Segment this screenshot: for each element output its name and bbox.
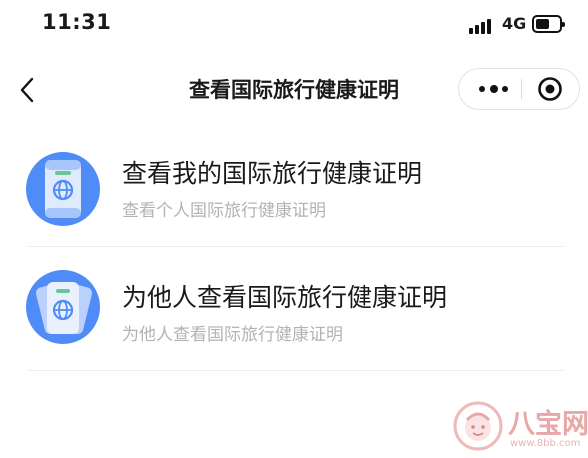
watermark-logo-icon	[453, 401, 503, 451]
nav-bar: 查看国际旅行健康证明	[0, 62, 588, 118]
item-subtitle: 为他人查看国际旅行健康证明	[122, 325, 343, 345]
list-item-others-certificate[interactable]: 为他人查看国际旅行健康证明 为他人查看国际旅行健康证明	[0, 252, 588, 370]
divider	[28, 246, 564, 247]
status-bar: 11:31 4G	[0, 0, 588, 52]
status-time: 11:31	[42, 10, 112, 34]
watermark: 八宝网 www.8bb.com	[452, 398, 588, 456]
passport-cards-icon	[26, 270, 100, 344]
close-target-icon[interactable]	[537, 76, 563, 102]
more-icon[interactable]	[473, 77, 513, 101]
signal-icon	[469, 18, 493, 34]
battery-icon	[532, 15, 565, 33]
network-type: 4G	[502, 14, 527, 33]
mini-program-capsule	[458, 68, 580, 110]
capsule-divider	[521, 79, 522, 99]
item-subtitle: 查看个人国际旅行健康证明	[122, 201, 326, 221]
divider	[28, 370, 564, 371]
watermark-text: 八宝网	[508, 409, 588, 440]
list-item-my-certificate[interactable]: 查看我的国际旅行健康证明 查看个人国际旅行健康证明	[0, 130, 588, 248]
passport-card-icon	[26, 152, 100, 226]
item-title: 查看我的国际旅行健康证明	[122, 159, 423, 188]
watermark-url: www.8bb.com	[510, 438, 581, 449]
item-title: 为他人查看国际旅行健康证明	[122, 283, 448, 312]
